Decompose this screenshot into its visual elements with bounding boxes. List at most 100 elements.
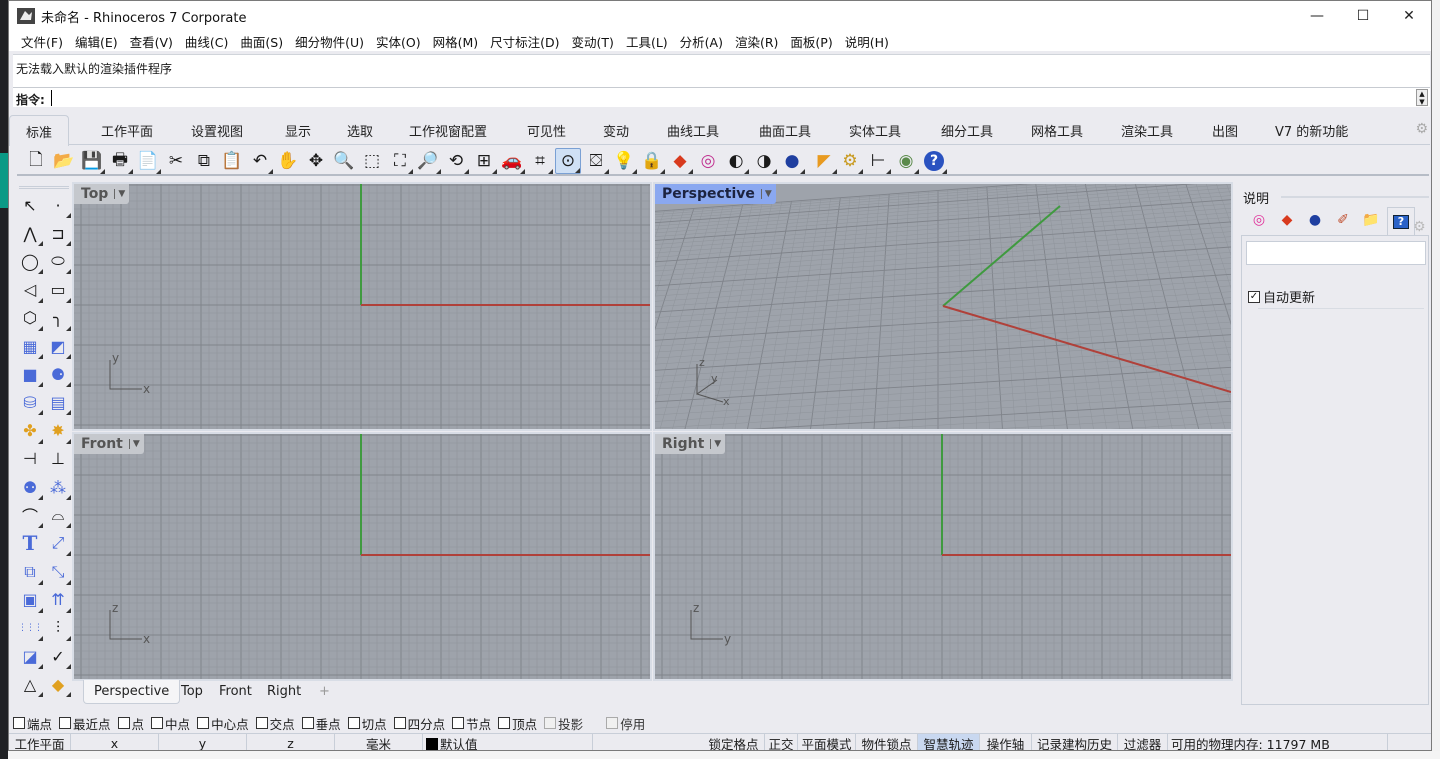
command-input[interactable] — [51, 90, 1411, 106]
options-gear-button[interactable]: ⚙ — [837, 148, 863, 174]
scale-tool[interactable]: ⤢ — [45, 530, 71, 557]
viewport-tab[interactable]: Top — [181, 684, 203, 699]
osnap-checkbox[interactable]: 端点 — [13, 714, 52, 733]
zoom-extents-button[interactable]: ⛶ — [387, 148, 413, 174]
ribbon-tab[interactable]: 可见性 — [527, 121, 566, 140]
mesh-plane-tool[interactable]: ▤ — [45, 389, 71, 416]
viewport-layout-button[interactable]: ⊞ — [471, 148, 497, 174]
menu-item[interactable]: 细分物件(U) — [289, 32, 370, 51]
polyline-tool[interactable]: ⋀ — [17, 220, 43, 247]
ribbon-tab[interactable]: 曲面工具 — [759, 121, 811, 140]
status-units[interactable]: 毫米 — [335, 734, 423, 750]
viewport-tab[interactable]: Right — [267, 684, 301, 699]
close-button[interactable]: ✕ — [1386, 1, 1431, 31]
circle-tool[interactable]: ◯ — [17, 248, 43, 275]
trim-tool[interactable]: ⊣ — [17, 446, 43, 472]
osnap-toggle-button[interactable]: ⊙ — [555, 148, 581, 174]
bend-tool[interactable]: ◪ — [17, 643, 43, 670]
help-panel-tab[interactable]: ? — [1387, 207, 1415, 235]
menu-item[interactable]: 文件(F) — [15, 32, 69, 51]
osnap-checkbox[interactable]: 交点 — [255, 714, 295, 733]
status-toggle[interactable]: 过滤器 — [1118, 734, 1168, 750]
sphere-wire-button[interactable]: ◐ — [723, 148, 749, 174]
status-toggle[interactable]: 物件锁点 — [856, 734, 918, 750]
ribbon-tab[interactable]: 显示 — [285, 121, 311, 140]
help-input[interactable] — [1246, 241, 1426, 265]
ribbon-tab[interactable]: 细分工具 — [941, 121, 993, 140]
osnap-checkbox[interactable]: 中心点 — [197, 714, 249, 733]
align-tool[interactable]: ⫶ — [45, 615, 71, 641]
menu-item[interactable]: 说明(H) — [839, 32, 895, 51]
ribbon-tab[interactable]: 工作平面 — [101, 121, 153, 140]
ribbon-tab[interactable]: 网格工具 — [1031, 121, 1083, 140]
cylinder-tool[interactable]: ⛁ — [17, 389, 43, 416]
osnap-checkbox[interactable]: 点 — [117, 714, 144, 733]
ribbon-tab[interactable]: 变动 — [603, 121, 629, 140]
curve-cv-tool[interactable]: ⊐ — [45, 220, 71, 247]
viewport-label[interactable]: Top ▼ — [74, 184, 130, 204]
osnap-checkbox[interactable]: 节点 — [452, 714, 491, 733]
pan-hand-button[interactable]: ✋ — [275, 148, 301, 174]
status-toggle[interactable]: 锁定格点 — [703, 734, 765, 750]
rotate-view-button[interactable]: ✥ — [303, 148, 329, 174]
texture-brush-tab[interactable]: ✐ — [1331, 208, 1355, 232]
box-tool[interactable]: ■ — [17, 361, 43, 388]
folder-tab[interactable]: 📁 — [1359, 208, 1383, 232]
osnap-checkbox[interactable]: 中点 — [151, 714, 190, 733]
fillet-curve-tool[interactable]: ╮ — [45, 305, 71, 331]
osnap-checkbox[interactable]: 顶点 — [498, 714, 537, 733]
menu-item[interactable]: 渲染(R) — [729, 32, 784, 51]
print-button[interactable]: 🖶 — [107, 148, 133, 174]
menu-item[interactable]: 曲线(C) — [179, 32, 234, 51]
osnap-checkbox[interactable]: 垂点 — [301, 714, 341, 733]
spheres-tool[interactable]: ⚈ — [45, 361, 71, 388]
environment-tab[interactable]: ● — [1303, 208, 1327, 232]
menu-item[interactable]: 查看(V) — [124, 32, 179, 51]
ribbon-tab[interactable]: 设置视图 — [191, 121, 243, 140]
status-toggle[interactable]: 操作轴 — [980, 734, 1032, 750]
tab-settings-gear-icon[interactable]: ⚙ — [1415, 121, 1428, 137]
command-scroll-buttons[interactable]: ▲ ▼ — [1416, 89, 1428, 106]
color-wheel-button[interactable]: ◎ — [695, 148, 721, 174]
zoom-selected-button[interactable]: 🔎 — [415, 148, 441, 174]
ribbon-tab[interactable]: 选取 — [347, 121, 373, 140]
viewport-tab[interactable]: Perspective — [83, 680, 181, 704]
add-viewport-tab-icon[interactable]: + — [319, 684, 330, 699]
dimension-button[interactable]: ⊢ — [865, 148, 891, 174]
status-cplane[interactable]: 工作平面 — [9, 734, 71, 750]
osnap-checkbox[interactable]: 最近点 — [59, 714, 111, 733]
status-layer[interactable]: 默认值 — [423, 734, 593, 750]
rectangle-tool[interactable]: ▭ — [45, 277, 71, 303]
polygon-tool[interactable]: ⬡ — [17, 305, 43, 331]
auto-update-checkbox[interactable]: ✓ 自动更新 — [1248, 287, 1315, 306]
viewport-perspective[interactable]: z y x Perspective ▼ — [653, 182, 1233, 431]
status-toggle[interactable]: 智慧轨迹 — [918, 734, 980, 750]
minimize-button[interactable]: — — [1294, 1, 1340, 31]
menu-item[interactable]: 编辑(E) — [69, 32, 124, 51]
ribbon-tab[interactable]: 工作视窗配置 — [409, 121, 487, 140]
toolbox-grip[interactable] — [19, 186, 69, 189]
color-wheel-tab[interactable]: ◎ — [1247, 208, 1271, 232]
open-folder-button[interactable]: 📂 — [51, 148, 77, 174]
save-button[interactable]: 💾 — [79, 148, 105, 174]
lock-button[interactable]: 🔒 — [639, 148, 665, 174]
extrude-arrows-tool[interactable]: ⇈ — [45, 587, 71, 613]
undo-button[interactable]: ↶ — [247, 148, 273, 174]
viewport-right[interactable]: z y Right ▼ — [653, 432, 1233, 681]
viewport-top[interactable]: y x Top ▼ — [72, 182, 652, 431]
ribbon-tab[interactable]: 实体工具 — [849, 121, 901, 140]
render-tool[interactable]: ◆ — [45, 671, 71, 698]
material-button[interactable]: ◆ — [667, 148, 693, 174]
menu-item[interactable]: 曲面(S) — [234, 32, 289, 51]
viewport-tab[interactable]: Front — [219, 684, 252, 699]
ribbon-tab[interactable]: V7 的新功能 — [1275, 121, 1348, 140]
grasshopper-button[interactable]: ◉ — [893, 148, 919, 174]
viewport-menu-chevron-icon[interactable]: ▼ — [760, 189, 772, 199]
boolean-puzzle-tool[interactable]: ✤ — [17, 418, 43, 444]
viewport-label[interactable]: Perspective ▼ — [655, 184, 776, 204]
sphere-render-button[interactable]: ● — [779, 148, 805, 174]
point-tool[interactable]: · — [45, 192, 71, 218]
arc-tool[interactable]: ◁ — [17, 277, 43, 303]
new-file-button[interactable]: 🗋 — [23, 148, 49, 174]
grid-array-tool[interactable]: ⋮⋮⋮ — [17, 615, 43, 641]
